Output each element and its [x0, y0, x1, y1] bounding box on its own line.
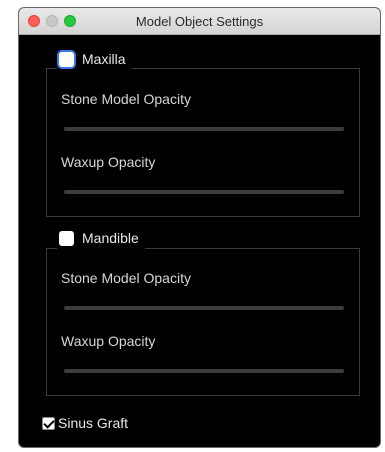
- maxilla-waxup-opacity-label: Waxup Opacity: [61, 154, 156, 170]
- sinus-graft-label[interactable]: Sinus Graft: [58, 415, 128, 431]
- mandible-waxup-opacity-slider[interactable]: [64, 369, 344, 373]
- maxilla-stone-opacity-slider[interactable]: [64, 127, 344, 131]
- sinus-graft-checkbox[interactable]: [42, 416, 55, 430]
- maxilla-stone-opacity-label: Stone Model Opacity: [61, 91, 191, 107]
- mandible-checkbox[interactable]: [59, 230, 74, 246]
- mandible-waxup-opacity-label: Waxup Opacity: [61, 333, 156, 349]
- settings-window: Model Object Settings Maxilla Stone Mode…: [18, 7, 381, 448]
- sinus-graft-option: Sinus Graft: [42, 415, 128, 431]
- mandible-stone-opacity-slider[interactable]: [64, 306, 344, 310]
- window-title: Model Object Settings: [135, 14, 264, 29]
- maxilla-waxup-opacity-slider[interactable]: [64, 190, 344, 194]
- checkmark-icon: [43, 416, 55, 429]
- maxilla-checkbox[interactable]: [59, 51, 74, 67]
- mandible-stone-opacity-label: Stone Model Opacity: [61, 270, 191, 286]
- mandible-label[interactable]: Mandible: [82, 230, 139, 246]
- maxilla-header: Maxilla: [57, 48, 132, 70]
- maxilla-label[interactable]: Maxilla: [82, 51, 126, 67]
- mandible-header: Mandible: [57, 227, 145, 249]
- title-bar[interactable]: Model Object Settings: [19, 8, 380, 35]
